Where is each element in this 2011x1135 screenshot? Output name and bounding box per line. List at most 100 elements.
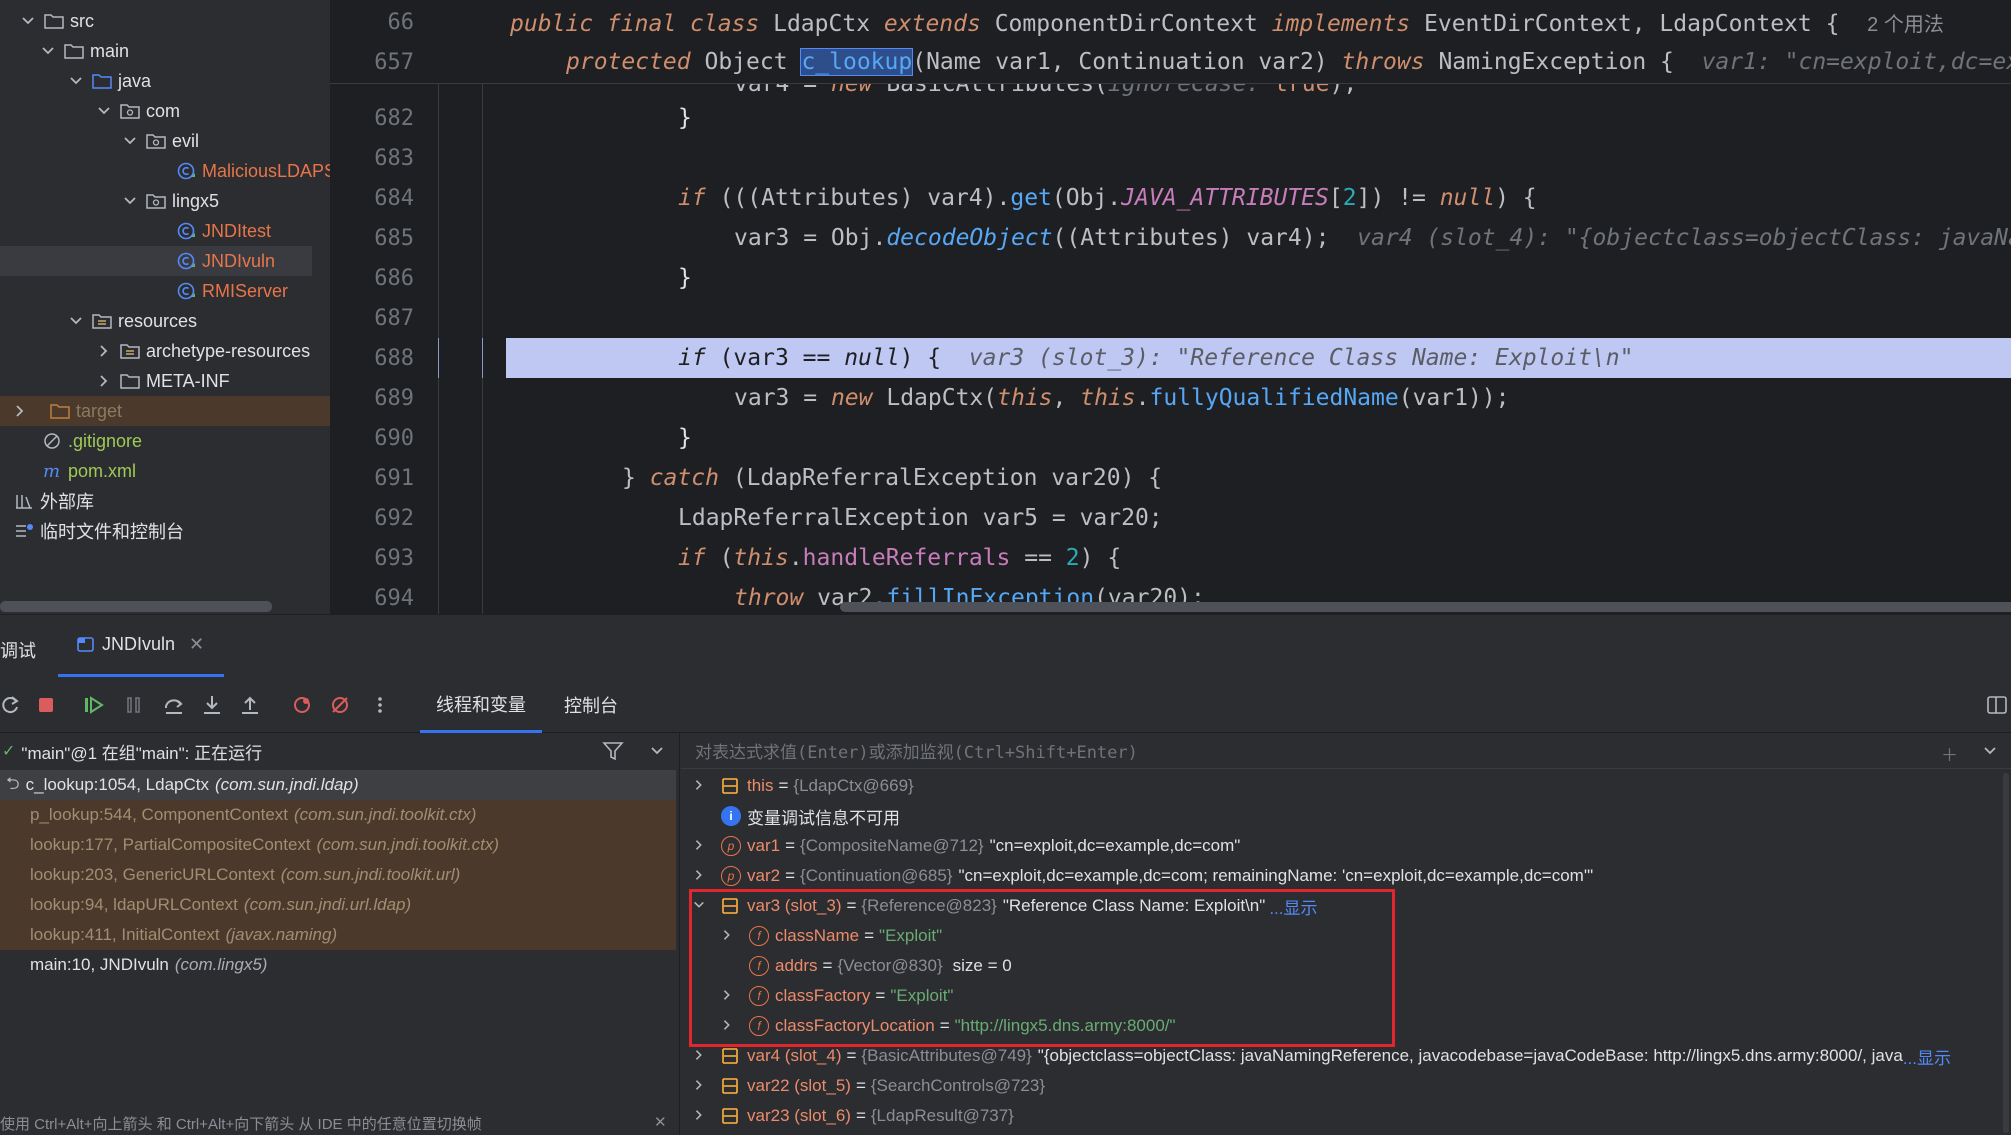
tree-item-archetype-resources[interactable]: archetype-resources <box>0 336 330 366</box>
mute-breakpoints-icon[interactable] <box>326 691 354 719</box>
step-over-icon[interactable] <box>160 691 188 719</box>
application-icon <box>76 636 96 654</box>
tab-console[interactable]: 控制台 <box>548 677 634 733</box>
code-line-689[interactable]: 689 var3 = new LdapCtx(this, this.fullyQ… <box>330 378 2011 418</box>
add-watch-icon[interactable]: ＋ <box>1941 741 1958 766</box>
code-line-687[interactable]: 687 <box>330 298 2011 338</box>
tree-item-jndivuln[interactable]: JNDIvuln <box>0 246 312 276</box>
var-name: var22 (slot_5) <box>747 1076 851 1095</box>
step-into-icon[interactable] <box>198 691 226 719</box>
chevron-right-icon[interactable] <box>96 373 112 389</box>
variable-var23[interactable]: var23 (slot_6) = {LdapResult@737} <box>681 1101 2011 1131</box>
tree-item-jnditest[interactable]: JNDItest <box>0 216 330 246</box>
code-line-691[interactable]: 691 } catch (LdapReferralException var20… <box>330 458 2011 498</box>
tree-item-rmiserver[interactable]: RMIServer <box>0 276 330 306</box>
chevron-right-icon[interactable] <box>693 1106 713 1126</box>
code-editor[interactable]: 66 public final class LdapCtx extends Co… <box>330 0 2011 614</box>
chevron-down-icon[interactable] <box>122 133 138 149</box>
tree-item-meta-inf[interactable]: META-INF <box>0 366 330 396</box>
tree-item-gitignore[interactable]: .gitignore <box>0 426 330 456</box>
variable-var22[interactable]: var22 (slot_5) = {SearchControls@723} <box>681 1071 2011 1101</box>
svg-text:m: m <box>43 462 60 480</box>
code-line-682[interactable]: 682 } <box>330 98 2011 138</box>
tree-item-external-libraries[interactable]: 外部库 <box>0 486 330 516</box>
pause-icon[interactable] <box>120 691 148 719</box>
tree-item-label: archetype-resources <box>146 340 311 361</box>
rerun-icon[interactable] <box>0 691 24 719</box>
step-out-icon[interactable] <box>236 691 264 719</box>
variable-this[interactable]: this = {LdapCtx@669} <box>681 771 2011 801</box>
filter-icon[interactable] <box>602 740 624 767</box>
sticky-line-66[interactable]: 66 public final class LdapCtx extends Co… <box>330 2 2011 42</box>
sticky-line-657[interactable]: 657 protected Object c_lookup(Name var1,… <box>330 42 2011 82</box>
package-icon <box>146 192 166 210</box>
code-line-683[interactable]: 683 <box>330 138 2011 178</box>
chevron-down-icon[interactable] <box>20 13 36 29</box>
debug-toolbar: 线程和变量 控制台 <box>0 677 2011 733</box>
chevron-right-icon[interactable] <box>96 343 112 359</box>
chevron-right-icon[interactable] <box>693 776 713 796</box>
frame-item[interactable]: lookup:203, GenericURLContext (com.sun.j… <box>0 860 676 890</box>
chevron-down-icon[interactable] <box>40 43 56 59</box>
show-more-link[interactable]: ...显示 <box>1903 1044 1951 1069</box>
code-line-692[interactable]: 692 LdapReferralException var5 = var20; <box>330 498 2011 538</box>
variable-var2[interactable]: p var2 = {Continuation@685} "cn=exploit,… <box>681 861 2011 891</box>
close-icon[interactable]: ✕ <box>654 1113 667 1131</box>
frame-item[interactable]: p_lookup:544, ComponentContext (com.sun.… <box>0 800 676 830</box>
close-icon[interactable]: ✕ <box>189 634 204 655</box>
chevron-down-icon[interactable] <box>68 313 84 329</box>
frame-item[interactable]: lookup:177, PartialCompositeContext (com… <box>0 830 676 860</box>
thread-selector[interactable]: ✓ "main"@1 在组"main": 正在运行 <box>0 733 679 769</box>
chevron-down-icon[interactable] <box>68 73 84 89</box>
tree-item-scratches[interactable]: 临时文件和控制台 <box>0 516 330 546</box>
tree-item-maliciousldaps[interactable]: MaliciousLDAPS <box>0 156 330 186</box>
layout-icon[interactable] <box>1983 691 2011 719</box>
chevron-down-icon[interactable] <box>122 193 138 209</box>
chevron-right-icon[interactable] <box>12 403 28 419</box>
chevron-down-icon[interactable] <box>650 743 664 763</box>
frame-item[interactable]: lookup:411, InitialContext (javax.naming… <box>0 920 676 950</box>
chevron-down-icon[interactable] <box>1983 743 1997 763</box>
tree-item-java[interactable]: java <box>0 66 330 96</box>
resources-folder-icon <box>92 312 112 330</box>
tree-item-target[interactable]: target <box>0 396 330 426</box>
evaluate-expression-input[interactable]: 对表达式求值(Enter)或添加监视(Ctrl+Shift+Enter) ＋ <box>681 733 2011 769</box>
frame-item[interactable]: main:10, JNDIvuln (com.lingx5) <box>0 950 679 980</box>
variables-scrollbar[interactable] <box>2003 773 2009 1133</box>
var-type: {LdapResult@737} <box>870 1106 1014 1125</box>
usages-hint[interactable]: 2 个用法 <box>1867 14 1944 36</box>
code-line-685[interactable]: 685 var3 = Obj.decodeObject((Attributes)… <box>330 218 2011 258</box>
frame-item[interactable]: ⮌ c_lookup:1054, LdapCtx (com.sun.jndi.l… <box>0 770 676 800</box>
frame-item[interactable]: lookup:94, ldapURLContext (com.sun.jndi.… <box>0 890 676 920</box>
chevron-right-icon[interactable] <box>693 836 713 856</box>
tree-item-com[interactable]: com <box>0 96 330 126</box>
tree-item-pom[interactable]: m pom.xml <box>0 456 330 486</box>
view-breakpoints-icon[interactable] <box>288 691 316 719</box>
tree-item-src[interactable]: src <box>0 6 330 36</box>
code-line-690[interactable]: 690 } <box>330 418 2011 458</box>
tree-item-lingx5[interactable]: lingx5 <box>0 186 330 216</box>
variable-var1[interactable]: p var1 = {CompositeName@712} "cn=exploit… <box>681 831 2011 861</box>
resume-icon[interactable] <box>80 691 108 719</box>
more-options-icon[interactable] <box>366 691 394 719</box>
code-line-688[interactable]: 688 if (var3 == null) { var3 (slot_3): "… <box>330 338 2011 378</box>
line-number: 66 <box>387 9 415 35</box>
code-line-686[interactable]: 686 } <box>330 258 2011 298</box>
tree-item-evil[interactable]: evil <box>0 126 330 156</box>
debug-session-tab[interactable]: JNDIvuln ✕ <box>58 615 224 677</box>
tree-item-main[interactable]: main <box>0 36 330 66</box>
chevron-right-icon[interactable] <box>693 1046 713 1066</box>
chevron-right-icon[interactable] <box>693 1076 713 1096</box>
tree-horizontal-scrollbar[interactable] <box>0 601 272 612</box>
tab-threads-variables[interactable]: 线程和变量 <box>420 677 542 733</box>
chevron-right-icon[interactable] <box>693 866 713 886</box>
frame-package: (com.sun.jndi.ldap) <box>214 775 359 794</box>
code-line-684[interactable]: 684 if (((Attributes) var4).get(Obj.JAVA… <box>330 178 2011 218</box>
line-number: 687 <box>374 305 414 331</box>
editor-horizontal-scrollbar[interactable] <box>840 602 2011 612</box>
stop-icon[interactable] <box>32 691 60 719</box>
code-line-693[interactable]: 693 if (this.handleReferrals == 2) { <box>330 538 2011 578</box>
tree-item-resources[interactable]: resources <box>0 306 330 336</box>
chevron-down-icon[interactable] <box>96 103 112 119</box>
debug-tab-bar: 调试 JNDIvuln ✕ <box>0 615 2011 677</box>
